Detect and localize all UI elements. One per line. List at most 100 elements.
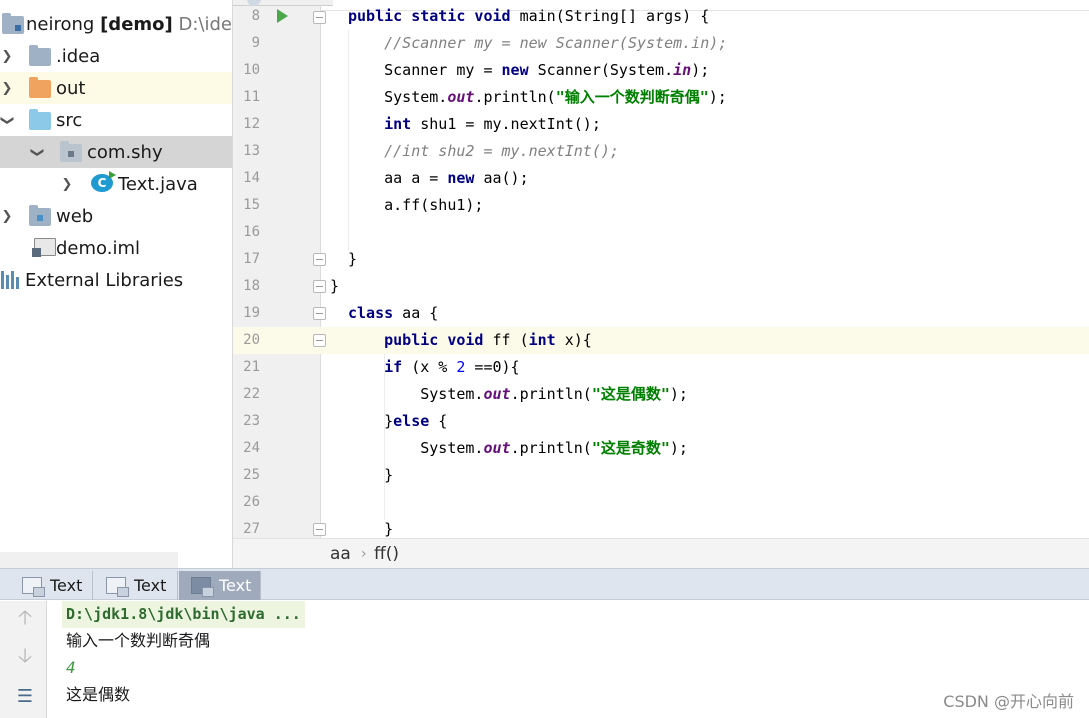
soft-wrap-icon[interactable]: ☰ — [14, 685, 36, 707]
line-number: 12 — [243, 116, 260, 132]
code-line-21[interactable]: 21 if (x % 2 ==0){ — [233, 354, 1089, 381]
chevron-down-icon[interactable]: ❯ — [30, 145, 45, 159]
run-gutter-icon[interactable] — [277, 9, 288, 23]
root-path: D:\ide\ — [178, 13, 233, 35]
tree-item-label: Text.java — [118, 173, 198, 195]
code-line-8[interactable]: 8 public static void main(String[] args)… — [233, 3, 1089, 30]
fold-marker-icon[interactable] — [313, 11, 326, 24]
tree-item-label: out — [56, 77, 86, 99]
breadcrumb-method[interactable]: ff() — [374, 544, 399, 564]
code-line-11[interactable]: 11 System.out.println("输入一个数判断奇偶"); — [233, 84, 1089, 111]
console-output[interactable]: D:\jdk1.8\jdk\bin\java ... 输入一个数判断奇偶 4 这… — [47, 601, 1089, 718]
code-text: }else { — [348, 412, 448, 430]
fold-marker-icon[interactable] — [313, 334, 326, 347]
chevron-right-icon[interactable]: ❯ — [0, 81, 14, 96]
tree-item-src[interactable]: ❯ src — [0, 104, 232, 136]
chevron-right-icon[interactable]: ❯ — [0, 209, 14, 224]
code-text: public void ff (int x){ — [384, 331, 592, 349]
run-tab-3[interactable]: Text — [179, 571, 261, 600]
code-line-17[interactable]: 17 } — [233, 246, 1089, 273]
scroll-down-icon[interactable]: 🡣 — [14, 643, 36, 669]
line-number: 18 — [243, 278, 260, 294]
tree-item-external-libraries[interactable]: External Libraries — [0, 264, 232, 296]
tree-item-label: com.shy — [87, 141, 163, 163]
line-number: 21 — [243, 359, 260, 375]
code-text: System.out.println("输入一个数判断奇偶"); — [348, 88, 727, 106]
code-line-19[interactable]: 19 class aa { — [233, 300, 1089, 327]
line-number: 13 — [243, 143, 260, 159]
code-line-24[interactable]: 24 System.out.println("这是奇数"); — [233, 435, 1089, 462]
line-number: 24 — [243, 440, 260, 456]
code-line-13[interactable]: 13 //int shu2 = my.nextInt(); — [233, 138, 1089, 165]
code-text: //Scanner my = new Scanner(System.in); — [384, 34, 728, 52]
tree-root-neirong[interactable]: neirong [demo] D:\ide\ — [0, 8, 233, 40]
root-module: [demo] — [100, 13, 173, 35]
tree-item-com-shy[interactable]: ❯ com.shy — [0, 136, 232, 168]
fold-marker-icon[interactable] — [313, 280, 326, 293]
project-tool-window: neirong [demo] D:\ide\ ❯ .idea ❯ out ❯ s… — [0, 0, 233, 568]
line-number: 16 — [243, 224, 260, 240]
tree-item-text-java[interactable]: ❯ C Text.java — [0, 168, 232, 200]
line-number: 23 — [243, 413, 260, 429]
run-tab-2[interactable]: Text — [94, 571, 178, 600]
console-command: D:\jdk1.8\jdk\bin\java ... — [62, 601, 305, 628]
horizontal-scrollbar[interactable] — [0, 552, 178, 568]
code-line-9[interactable]: 9 //Scanner my = new Scanner(System.in); — [233, 30, 1089, 57]
tree-item-out[interactable]: ❯ out — [0, 72, 232, 104]
line-number: 9 — [251, 35, 260, 51]
code-text: //int shu2 = my.nextInt(); — [384, 142, 619, 160]
breadcrumb-class[interactable]: aa — [330, 544, 351, 564]
code-line-25[interactable]: 25 } — [233, 462, 1089, 489]
run-tab-bar: Text Text Text — [0, 568, 1089, 600]
code-line-22[interactable]: 22 System.out.println("这是偶数"); — [233, 381, 1089, 408]
excluded-folder-icon — [29, 77, 51, 98]
tree-item-label: web — [56, 205, 94, 227]
line-number: 17 — [243, 251, 260, 267]
code-line-10[interactable]: 10 Scanner my = new Scanner(System.in); — [233, 57, 1089, 84]
breadcrumb-separator-icon: › — [361, 545, 367, 562]
code-line-12[interactable]: 12 int shu1 = my.nextInt(); — [233, 111, 1089, 138]
tree-item-web[interactable]: ❯ web — [0, 200, 232, 232]
line-number: 10 — [243, 62, 260, 78]
tree-item-label: External Libraries — [25, 269, 184, 291]
tree-item-idea[interactable]: ❯ .idea — [0, 40, 232, 72]
console-prompt: 输入一个数判断奇偶 — [66, 631, 211, 650]
code-editor[interactable]: 8 public static void main(String[] args)… — [233, 0, 1089, 568]
line-number: 25 — [243, 467, 260, 483]
fold-marker-icon[interactable] — [313, 253, 326, 266]
libraries-icon — [1, 271, 23, 289]
code-line-14[interactable]: 14 aa a = new aa(); — [233, 165, 1089, 192]
package-icon — [60, 141, 82, 162]
chevron-right-icon[interactable]: ❯ — [0, 49, 14, 64]
code-line-23[interactable]: 23 }else { — [233, 408, 1089, 435]
fold-marker-icon[interactable] — [313, 307, 326, 320]
tree-item-label: demo.iml — [56, 237, 140, 259]
code-text: a.ff(shu1); — [348, 196, 484, 214]
code-text: if (x % 2 ==0){ — [384, 358, 520, 376]
line-number: 20 — [243, 332, 260, 348]
line-number: 26 — [243, 494, 260, 510]
console-result: 这是偶数 — [66, 685, 131, 704]
code-line-18[interactable]: 18 } — [233, 273, 1089, 300]
iml-file-icon — [32, 238, 56, 257]
line-number: 11 — [243, 89, 260, 105]
code-line-26[interactable]: 26 — [233, 489, 1089, 516]
console-toolbar: 🡡 🡣 ☰ — [0, 601, 47, 718]
code-line-20[interactable]: 20 public void ff (int x){ — [233, 327, 1089, 354]
code-line-16[interactable]: 16 — [233, 219, 1089, 246]
run-config-icon — [22, 577, 45, 597]
root-name: neirong — [26, 13, 95, 35]
fold-marker-icon[interactable] — [313, 523, 326, 536]
tree-item-demo-iml[interactable]: demo.iml — [0, 232, 232, 264]
run-tab-1[interactable]: Text — [10, 571, 93, 600]
source-folder-icon — [29, 109, 51, 130]
breadcrumb: aa › ff() — [233, 538, 1089, 568]
scroll-up-icon[interactable]: 🡡 — [14, 605, 36, 631]
run-config-icon — [191, 577, 214, 597]
code-text: } — [348, 466, 394, 484]
run-config-icon — [106, 577, 129, 597]
chevron-down-icon[interactable]: ❯ — [0, 113, 15, 127]
code-line-15[interactable]: 15 a.ff(shu1); — [233, 192, 1089, 219]
module-folder-icon — [2, 13, 24, 34]
chevron-right-icon[interactable]: ❯ — [60, 177, 74, 192]
